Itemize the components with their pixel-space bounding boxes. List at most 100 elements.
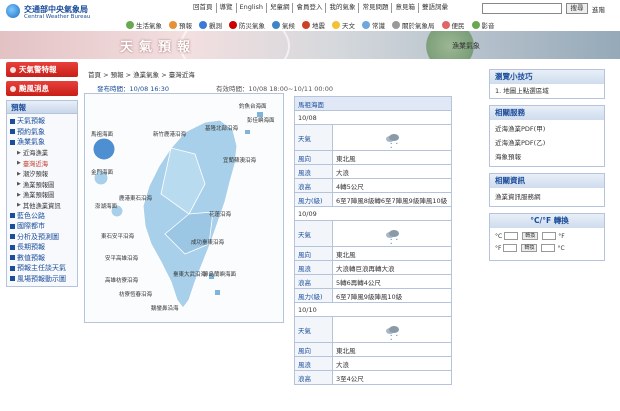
sidebar-subitem[interactable]: ▶ 漁業預報圖 xyxy=(7,190,77,201)
table-row: 風力(級) 6至7陣風8級轉6至7陣風9級陣風10級 xyxy=(294,192,452,207)
typhoon-news-button[interactable]: 颱風消息 xyxy=(6,81,78,96)
sidebar-subitem[interactable]: ▶ 其他漁業資訊 xyxy=(7,200,77,211)
nav-item-6[interactable]: 天文 xyxy=(332,19,355,31)
forecast-icon xyxy=(169,21,177,29)
top-link-kids[interactable]: 兒童網 xyxy=(267,3,294,13)
map-label[interactable]: 東石安平沿海 xyxy=(101,232,134,240)
map-label[interactable]: 鵝鑾鼻沿海 xyxy=(151,304,179,312)
wave-height-value: 5轉6再轉4公尺 xyxy=(332,274,452,289)
map-label[interactable]: 馬祖海面 xyxy=(91,130,113,138)
sidebar-item-label: 預約氣象 xyxy=(17,127,45,136)
service-link[interactable]: 海象預報 xyxy=(490,150,604,166)
weather-warning-button[interactable]: 天氣警特報 xyxy=(6,62,78,77)
sidebar-item[interactable]: 數值預報 xyxy=(7,253,77,264)
nav-item-8[interactable]: 關於氣象局 xyxy=(392,19,435,31)
sidebar-subitem-label: 臺灣近海 xyxy=(22,160,49,168)
unit-f-label-2: °F xyxy=(495,244,502,252)
nav-item-4[interactable]: 氣候 xyxy=(272,19,295,31)
sidebar-subitem[interactable]: ▶ 漁業預報圖 xyxy=(7,179,77,190)
sidebar-subitem[interactable]: ▶ 潮汐預報 xyxy=(7,169,77,180)
sidebar-item[interactable]: 國際都市 xyxy=(7,221,77,232)
top-link-my-weather[interactable]: 我的氣象 xyxy=(326,3,360,13)
convert-f-button[interactable]: 轉換 xyxy=(521,244,538,252)
sidebar-item[interactable]: 分析及預測圖 xyxy=(7,232,77,243)
nav-item-10[interactable]: 影音 xyxy=(471,19,495,31)
wave-label: 風浪 xyxy=(294,164,333,179)
wave-height-label: 浪高 xyxy=(294,370,333,385)
sidebar-item[interactable]: 漁業氣象 xyxy=(7,137,77,148)
wind-force-value: 6至7陣風8級轉6至7陣風9級陣風10級 xyxy=(332,192,452,207)
sidebar-item[interactable]: 預約氣象 xyxy=(7,127,77,138)
top-link-faq[interactable]: 常見問題 xyxy=(359,3,393,13)
nav-item-0[interactable]: 生活氣象 xyxy=(126,19,162,31)
map-label[interactable]: 釣魚台海面 xyxy=(239,102,267,110)
tips-title: 瀏覽小技巧 xyxy=(490,70,604,84)
sidebar-item-label: 分析及預測圖 xyxy=(17,232,59,241)
map-label[interactable]: 基隆北部沿海 xyxy=(205,124,238,132)
map-label[interactable]: 安平高雄沿海 xyxy=(105,254,138,262)
convert-c-button[interactable]: 轉換 xyxy=(522,232,539,240)
map-label[interactable]: 新竹鹿港沿海 xyxy=(153,130,186,138)
sidebar-item[interactable]: 長期預報 xyxy=(7,242,77,253)
nav-item-2[interactable]: 觀測 xyxy=(199,19,222,31)
nav-item-7[interactable]: 常識 xyxy=(362,19,385,31)
top-link-home[interactable]: 回首頁 xyxy=(190,3,217,13)
table-row: 10/10 xyxy=(294,302,452,317)
info-link[interactable]: 漁業資訊服務網 xyxy=(490,188,604,206)
forecast-area-title: 馬祖海面 xyxy=(294,96,452,111)
pengjia-island[interactable] xyxy=(245,130,250,134)
sidebar-subitem[interactable]: ▶ 近海漁業 xyxy=(7,148,77,159)
matsu-sea-area[interactable] xyxy=(92,137,116,161)
map-label[interactable]: 枋寮恆春沿海 xyxy=(119,290,152,298)
celsius-input[interactable] xyxy=(504,232,519,240)
sidebar-item[interactable]: 天氣預報 xyxy=(7,116,77,127)
map-label[interactable]: 彭佳嶼海面 xyxy=(247,116,275,124)
celsius-output[interactable] xyxy=(541,244,556,252)
weather-warning-label: 天氣警特報 xyxy=(19,65,57,74)
cloudy-rain-icon: • • • xyxy=(386,228,402,245)
arrow-right-icon: ▶ xyxy=(17,160,21,167)
fahrenheit-input[interactable] xyxy=(503,244,518,252)
bullet-square-icon xyxy=(10,213,15,219)
map-label[interactable]: 綠島蘭嶼海面 xyxy=(203,270,236,278)
cwb-logo-icon xyxy=(6,4,20,18)
nav-item-1[interactable]: 預報 xyxy=(169,19,192,31)
map-label[interactable]: 金門海面 xyxy=(91,168,113,176)
nav-item-3[interactable]: 防災氣象 xyxy=(229,19,265,31)
wave-height-label: 浪高 xyxy=(294,178,333,193)
orchid-island[interactable] xyxy=(215,290,220,295)
sidebar-item[interactable]: 預報主任談天氣 xyxy=(7,263,77,274)
arrow-right-icon: ▶ xyxy=(17,202,21,209)
search-button[interactable]: 搜尋 xyxy=(566,3,588,14)
cwb-logo[interactable]: 交通部中央氣象局 Central Weather Bureau xyxy=(6,3,116,21)
nav-item-5[interactable]: 地震 xyxy=(302,19,325,31)
top-link-guide[interactable]: 導覽 xyxy=(217,3,237,13)
nav-item-label: 天文 xyxy=(342,22,355,30)
sidebar-item[interactable]: 藍色公路 xyxy=(7,211,77,222)
weather-label: 天氣 xyxy=(294,220,333,247)
map-label[interactable]: 花蓮沿海 xyxy=(209,210,231,218)
wind-force-value: 6至7陣風9級陣風10級 xyxy=(332,288,452,303)
map-label[interactable]: 高雄枋寮沿海 xyxy=(105,276,138,284)
advanced-search-link[interactable]: 進階 xyxy=(592,4,605,14)
top-link-feedback[interactable]: 意見箱 xyxy=(392,3,419,13)
map-label[interactable]: 成功臺東沿海 xyxy=(191,238,224,246)
sidebar-subitem-label: 潮汐預報 xyxy=(22,171,49,179)
map-label[interactable]: 鹿港東石沿海 xyxy=(119,194,152,202)
map-label[interactable]: 澎湖海面 xyxy=(95,202,117,210)
search-input[interactable] xyxy=(482,3,562,14)
fahrenheit-output[interactable] xyxy=(542,232,557,240)
nav-item-label: 便民 xyxy=(451,22,465,30)
nav-item-9[interactable]: 便民 xyxy=(441,19,465,31)
sidebar-item[interactable]: 風場預報動示圖 xyxy=(7,274,77,285)
map-label[interactable]: 臺東大武沿海 xyxy=(173,270,206,278)
top-link-login[interactable]: 會員登入 xyxy=(293,3,327,13)
weather-value: • • • xyxy=(332,316,452,343)
service-link[interactable]: 近海漁業PDF(乙) xyxy=(490,136,604,150)
top-link-english[interactable]: English xyxy=(237,3,267,13)
top-link-glossary[interactable]: 雙語詞彙 xyxy=(419,3,451,13)
sidebar-subitem-label: 漁業預報圖 xyxy=(22,192,55,200)
map-label[interactable]: 宜蘭蘇澳沿海 xyxy=(223,156,256,164)
service-link[interactable]: 近海漁業PDF(甲) xyxy=(490,120,604,136)
sidebar-subitem[interactable]: ▶ 臺灣近海 xyxy=(7,158,77,169)
